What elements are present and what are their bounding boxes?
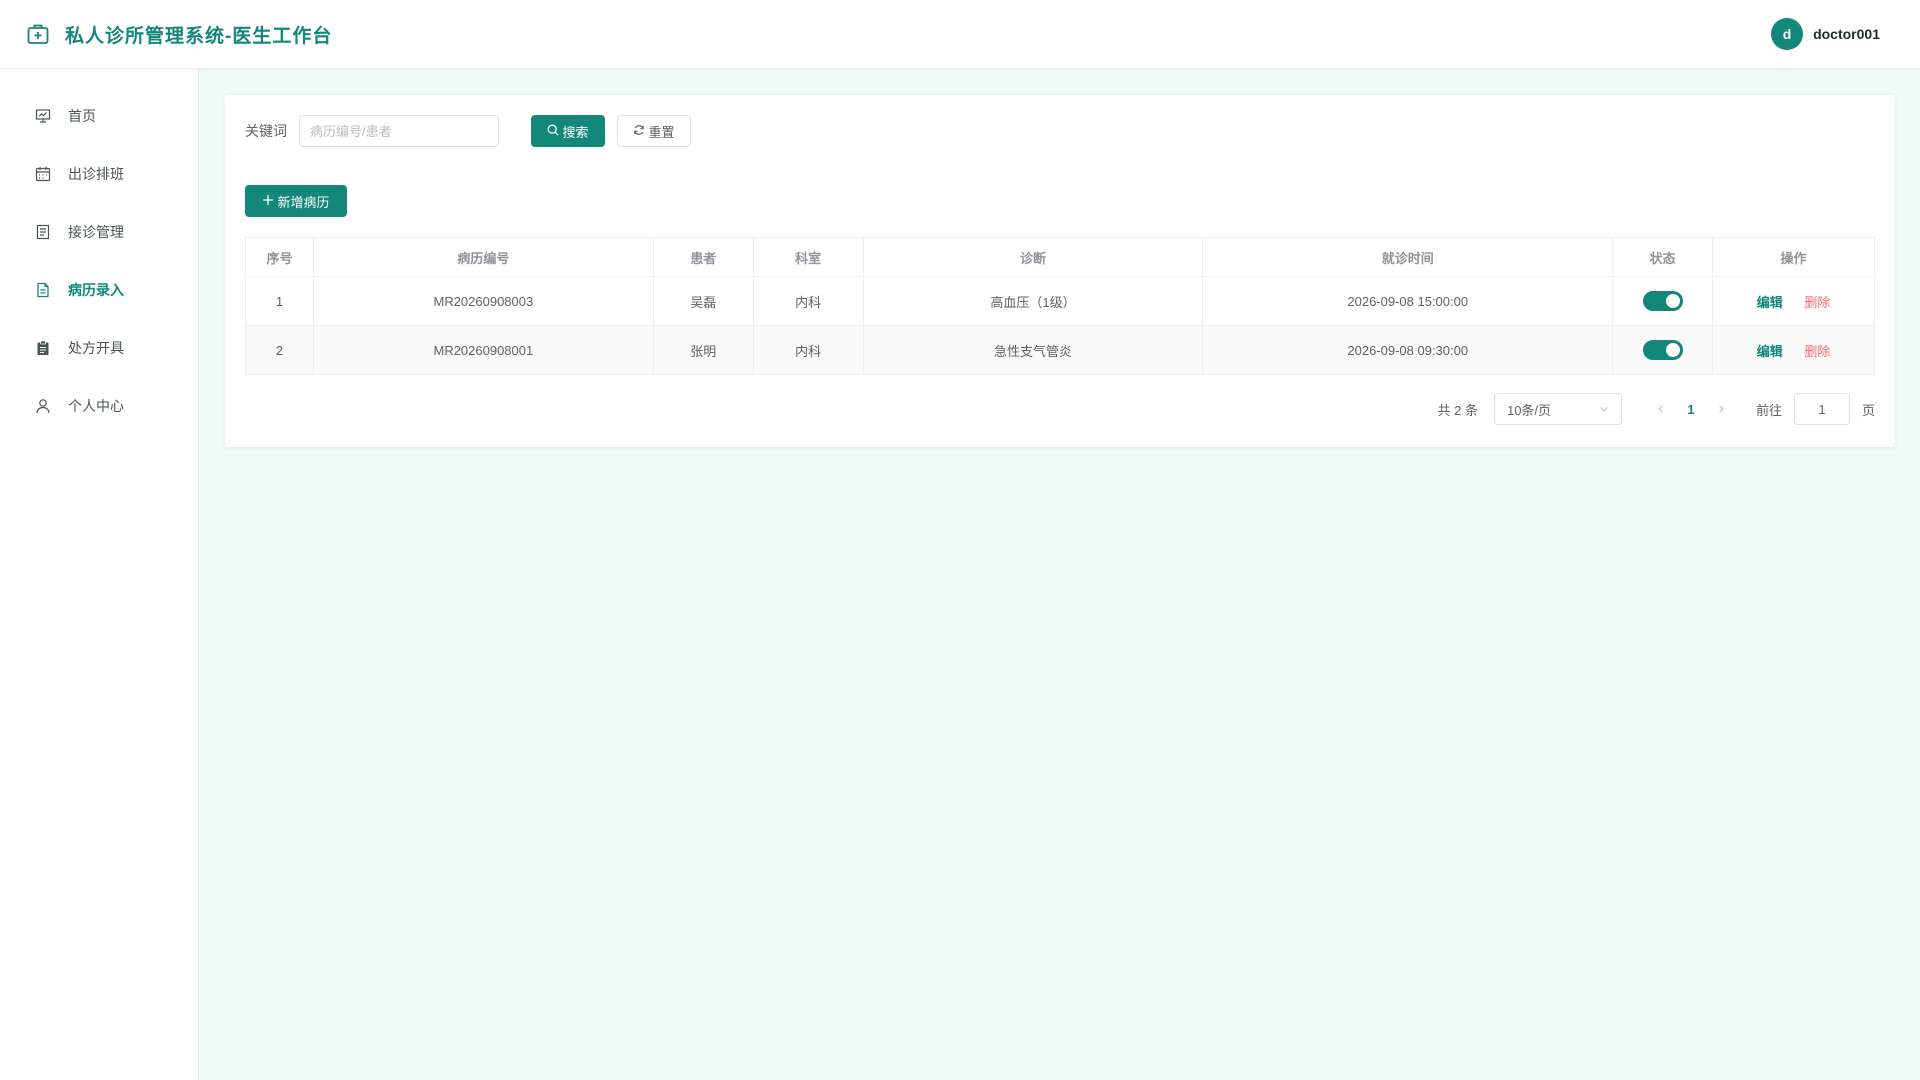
pagination: 共 2 条 10条/页 1 前往 页 [245, 393, 1875, 425]
search-button-label: 搜索 [562, 124, 589, 140]
sidebar-item-medical-records[interactable]: 病历录入 [0, 261, 198, 319]
cell-patient: 吴磊 [652, 276, 754, 326]
cell-record-no: MR20260908003 [312, 276, 654, 326]
delete-link[interactable]: 删除 [1804, 295, 1830, 310]
cell-visit-time: 2026-09-08 09:30:00 [1202, 325, 1614, 375]
column-header-diagnosis: 诊断 [862, 237, 1204, 277]
cell-visit-time: 2026-09-08 15:00:00 [1202, 276, 1614, 326]
column-header-record-no: 病历编号 [312, 237, 654, 277]
sidebar-item-label: 个人中心 [68, 398, 124, 414]
table-header-row: 序号 病历编号 患者 科室 诊断 就诊时间 状态 操作 [245, 237, 1875, 277]
column-header-actions: 操作 [1712, 237, 1875, 277]
user-menu[interactable]: d doctor001 [1771, 18, 1880, 50]
plus-icon [262, 194, 274, 209]
reset-button-label: 重置 [648, 124, 675, 140]
page-number-current[interactable]: 1 [1676, 402, 1706, 417]
table-row: 2 MR20260908001 张明 内科 急性支气管炎 2026-09-08 … [245, 325, 1875, 375]
keyword-input[interactable] [299, 115, 499, 147]
column-header-patient: 患者 [652, 237, 754, 277]
search-button[interactable]: 搜索 [531, 115, 605, 147]
cell-actions: 编辑 删除 [1712, 276, 1875, 326]
sidebar-item-prescription[interactable]: 处方开具 [0, 319, 198, 377]
search-icon [547, 124, 559, 139]
user-icon [34, 397, 52, 415]
cell-diagnosis: 急性支气管炎 [862, 325, 1204, 375]
sidebar-item-reception[interactable]: 接诊管理 [0, 203, 198, 261]
username[interactable]: doctor001 [1813, 26, 1880, 42]
refresh-icon [633, 124, 645, 139]
cell-index: 1 [245, 276, 314, 326]
column-header-status: 状态 [1612, 237, 1714, 277]
goto-suffix: 页 [1861, 402, 1875, 418]
medical-kit-icon [25, 21, 51, 47]
sidebar-item-label: 病历录入 [68, 282, 124, 298]
sidebar-item-label: 出诊排班 [68, 166, 124, 182]
add-record-button[interactable]: 新增病历 [245, 185, 347, 217]
status-toggle[interactable] [1642, 291, 1683, 311]
cell-dept: 内科 [752, 276, 864, 326]
page-size-value: 10条/页 [1506, 402, 1552, 418]
goto-label: 前往 [1755, 402, 1782, 418]
cell-status [1612, 276, 1714, 326]
column-header-dept: 科室 [752, 237, 864, 277]
app-title: 私人诊所管理系统-医生工作台 [65, 25, 333, 47]
chevron-left-icon[interactable] [1646, 402, 1676, 417]
table-row: 1 MR20260908003 吴磊 内科 高血压（1级） 2026-09-08… [245, 276, 1875, 326]
search-bar: 关键词 搜索 重置 [245, 115, 1875, 147]
presentation-board-icon [34, 107, 52, 125]
calendar-icon [34, 165, 52, 183]
add-record-label: 新增病历 [277, 194, 330, 210]
cell-index: 2 [245, 325, 314, 375]
edit-link[interactable]: 编辑 [1757, 295, 1783, 310]
top-header: 私人诊所管理系统-医生工作台 d doctor001 [0, 0, 1920, 69]
sidebar-item-label: 处方开具 [68, 340, 124, 356]
clipboard-icon [34, 339, 52, 357]
total-count: 共 2 条 [1437, 402, 1478, 418]
sidebar: 首页 出诊排班 接诊管理 病历录入 处方开具 个人中心 [0, 69, 199, 1080]
status-toggle[interactable] [1642, 340, 1683, 360]
edit-link[interactable]: 编辑 [1757, 344, 1783, 359]
records-table: 序号 病历编号 患者 科室 诊断 就诊时间 状态 操作 1 MR20260908… [245, 237, 1875, 375]
keyword-label: 关键词 [245, 123, 287, 139]
delete-link[interactable]: 删除 [1804, 344, 1830, 359]
chevron-down-icon [1599, 402, 1609, 417]
column-header-visit-time: 就诊时间 [1202, 237, 1614, 277]
brand: 私人诊所管理系统-医生工作台 [25, 21, 332, 48]
cell-actions: 编辑 删除 [1712, 325, 1875, 375]
sidebar-item-label: 首页 [68, 108, 96, 124]
column-header-index: 序号 [245, 237, 314, 277]
cell-dept: 内科 [752, 325, 864, 375]
sidebar-item-label: 接诊管理 [68, 224, 124, 240]
page-size-select[interactable]: 10条/页 [1493, 393, 1622, 425]
cell-status [1612, 325, 1714, 375]
goto-page-input[interactable] [1793, 393, 1850, 425]
chevron-right-icon[interactable] [1706, 402, 1736, 417]
sidebar-item-profile[interactable]: 个人中心 [0, 377, 198, 435]
cell-patient: 张明 [652, 325, 754, 375]
cell-record-no: MR20260908001 [312, 325, 654, 375]
reset-button[interactable]: 重置 [617, 115, 691, 147]
sidebar-item-home[interactable]: 首页 [0, 87, 198, 145]
document-list-icon [34, 223, 52, 241]
medical-records-panel: 关键词 搜索 重置 [225, 95, 1895, 447]
avatar[interactable]: d [1771, 18, 1804, 50]
document-icon [34, 281, 52, 299]
sidebar-item-schedule[interactable]: 出诊排班 [0, 145, 198, 203]
cell-diagnosis: 高血压（1级） [862, 276, 1204, 326]
